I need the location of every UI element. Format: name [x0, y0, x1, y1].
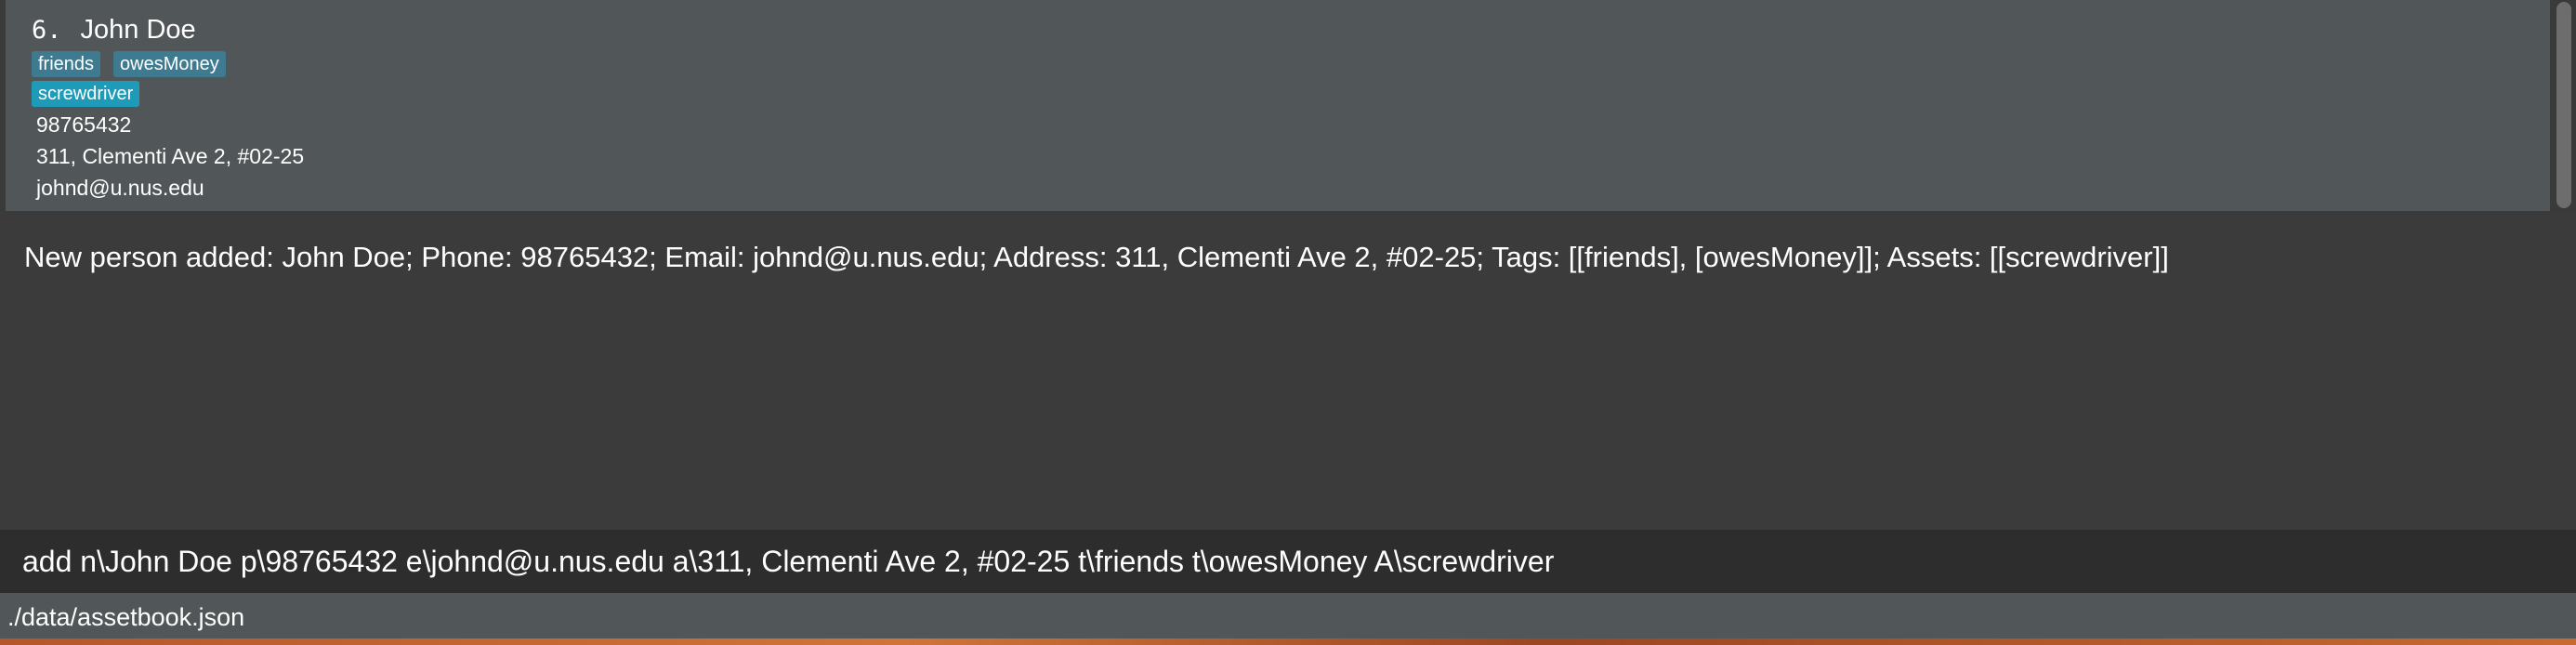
tag-list: friends owesMoney	[32, 51, 226, 77]
person-list-scrollbar-thumb[interactable]	[2556, 2, 2571, 208]
person-card[interactable]: 6. John Doe friends owesMoney screwdrive…	[6, 0, 2550, 211]
status-bar: ./data/assetbook.json	[0, 593, 2576, 638]
tag-owesmoney: owesMoney	[113, 51, 226, 77]
app-window: 6. John Doe friends owesMoney screwdrive…	[0, 0, 2576, 638]
person-address: 311, Clementi Ave 2, #02-25	[36, 144, 305, 168]
asset-screwdriver: screwdriver	[32, 81, 140, 107]
person-list[interactable]: 6. John Doe friends owesMoney screwdrive…	[0, 0, 2550, 213]
asset-list: screwdriver	[32, 81, 140, 107]
save-location: ./data/assetbook.json	[7, 603, 245, 631]
command-input[interactable]	[22, 541, 2531, 582]
person-phone: 98765432	[36, 112, 132, 137]
command-box[interactable]	[0, 530, 2576, 593]
person-name: John Doe	[80, 14, 196, 45]
person-index: 6.	[32, 15, 62, 45]
desktop-background	[0, 638, 2576, 645]
tag-friends: friends	[32, 51, 101, 77]
person-email: johnd@u.nus.edu	[36, 176, 204, 200]
person-header: 6. John Doe	[32, 13, 196, 46]
result-message: New person added: John Doe; Phone: 98765…	[24, 241, 2169, 273]
result-display: New person added: John Doe; Phone: 98765…	[0, 214, 2576, 530]
